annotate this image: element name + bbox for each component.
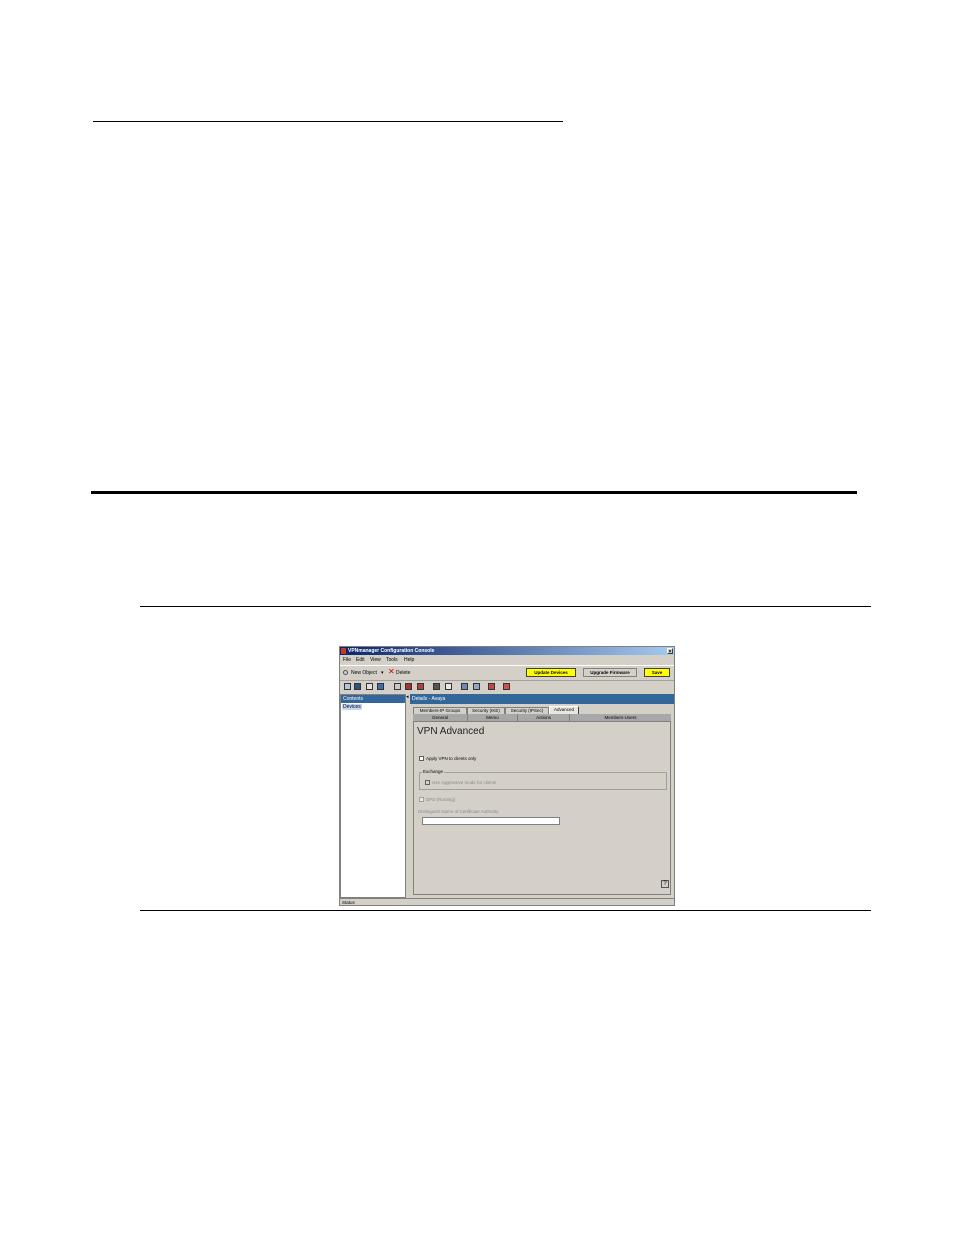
certificate-icon[interactable] [488,683,495,690]
close-button[interactable]: × [667,648,673,655]
details-header: Details - Avaya [410,694,674,704]
delete-icon: ✕ [388,667,395,676]
dpd-checkbox[interactable] [419,797,424,802]
new-object-button[interactable]: New Object [351,670,377,676]
aggressive-mode-checkbox[interactable]: ✓ [425,780,430,785]
tab-actions[interactable]: Actions [518,714,570,721]
header-rule [93,121,563,122]
delete-button[interactable]: Delete [396,670,410,676]
tab-general[interactable]: General [413,714,468,721]
collapse-arrow-icon[interactable]: ◂ [406,694,409,700]
menu-tools[interactable]: Tools [386,656,398,664]
upgrade-firmware-button[interactable]: Upgrade Firmware [583,668,637,677]
tree-item-devices[interactable]: Devices [342,704,362,710]
figure-top-rule [140,606,871,607]
details-panel: Details - Avaya Members-IP Groups Securi… [410,694,674,898]
help-icon[interactable]: ? [661,880,669,888]
tab-advanced[interactable]: Advanced [549,706,579,714]
tab-security-ike[interactable]: Security (IKE) [467,707,505,714]
contents-panel: Contents Devices [340,694,406,898]
users-icon[interactable] [461,683,468,690]
aggressive-mode-label: Use Aggressive mode for clients [432,780,497,785]
icon-toolbar [340,681,674,692]
tab-memo[interactable]: Memo [468,714,518,721]
document-icon[interactable] [366,683,373,690]
menu-edit[interactable]: Edit [356,656,365,664]
advanced-form: VPN Advanced Apply VPN to clients only E… [413,721,671,895]
section-rule [91,491,857,494]
dpd-label: DPD (Routing) [426,797,456,802]
device-icon[interactable] [344,683,351,690]
tab-security-ipsec[interactable]: Security (IPSec) [505,707,549,714]
new-object-icon [343,670,348,675]
network-icon[interactable] [377,683,384,690]
settings-icon[interactable] [473,683,480,690]
app-screenshot: VPNmanager Configuration Console × File … [339,646,675,906]
exchange-group-label: Exchange [422,769,445,774]
page-title: VPN Advanced [417,726,485,737]
table-icon[interactable] [445,683,452,690]
alert-icon[interactable] [503,683,510,690]
apply-vpn-label: Apply VPN to clients only [426,756,477,761]
menu-file[interactable]: File [343,656,351,664]
apply-vpn-checkbox[interactable] [419,756,424,761]
menu-bar: File Edit View Tools Help [340,656,674,664]
menu-view[interactable]: View [370,656,381,664]
dn-label: Distinguish Name of Certificate Authorit… [418,809,499,814]
update-devices-button[interactable]: Update Devices [526,668,576,677]
tab-strip-secondary: General Memo Actions Members-Users [413,714,671,721]
title-bar[interactable]: VPNmanager Configuration Console × [340,647,674,655]
policy-icon[interactable] [417,683,424,690]
app-icon [341,648,346,654]
dn-input[interactable] [422,817,560,825]
save-button[interactable]: Save [644,668,670,677]
grid-icon[interactable] [354,683,361,690]
tab-members-users[interactable]: Members-Users [570,714,671,721]
contents-header: Contents [341,695,405,703]
tab-members-ip-groups[interactable]: Members-IP Groups [413,707,467,714]
list-icon[interactable] [394,683,401,690]
figure-bottom-rule [140,910,871,911]
security-icon[interactable] [405,683,412,690]
exchange-group: Exchange ✓ Use Aggressive mode for clien… [419,769,667,790]
window-title: VPNmanager Configuration Console [348,648,435,654]
group-icon[interactable] [433,683,440,690]
main-toolbar: New Object ▾ ✕ Delete Update Devices Upg… [340,665,674,681]
status-bar: Status [340,898,674,905]
menu-help[interactable]: Help [404,656,414,664]
chevron-down-icon[interactable]: ▾ [381,670,384,676]
